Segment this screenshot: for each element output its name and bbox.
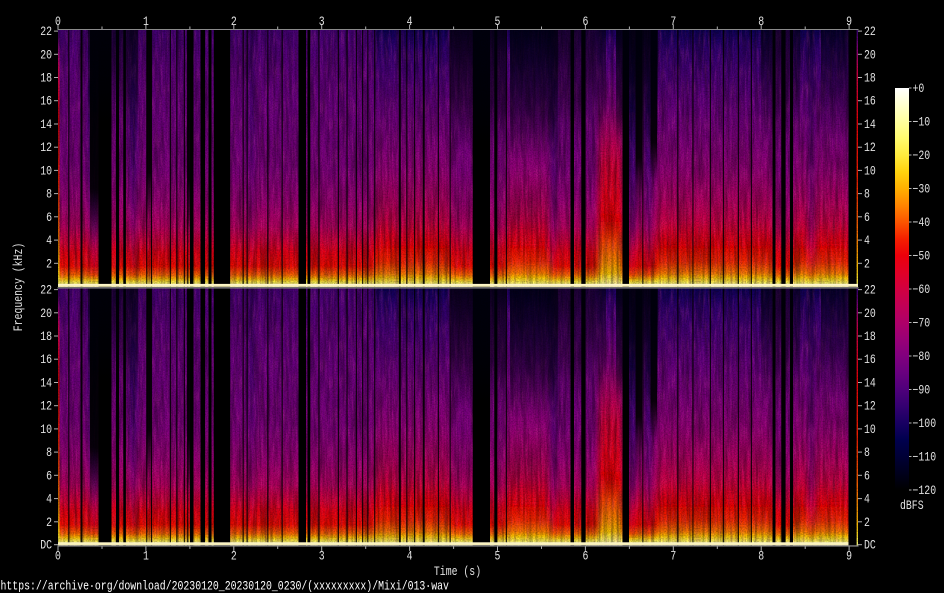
svg-text:6: 6 xyxy=(582,15,588,29)
svg-text:12: 12 xyxy=(40,141,52,155)
svg-text:9: 9 xyxy=(846,549,852,563)
svg-text:1: 1 xyxy=(143,15,149,29)
svg-text:−70: −70 xyxy=(913,317,931,331)
svg-text:10: 10 xyxy=(40,164,52,178)
svg-text:8: 8 xyxy=(864,446,870,460)
svg-text:22: 22 xyxy=(40,25,52,39)
svg-text:4: 4 xyxy=(864,493,870,507)
svg-text:14: 14 xyxy=(40,118,52,132)
svg-text:14: 14 xyxy=(864,377,876,391)
svg-text:16: 16 xyxy=(40,95,52,109)
svg-text:−60: −60 xyxy=(913,283,931,297)
svg-text:4: 4 xyxy=(46,493,52,507)
svg-text:6: 6 xyxy=(582,549,588,563)
svg-text:20: 20 xyxy=(864,48,876,62)
svg-text:18: 18 xyxy=(864,330,876,344)
svg-text:0: 0 xyxy=(55,549,61,563)
svg-text:−40: −40 xyxy=(913,216,931,230)
svg-text:−10: −10 xyxy=(913,116,931,130)
svg-text:−30: −30 xyxy=(913,183,931,197)
svg-text:7: 7 xyxy=(670,549,676,563)
svg-text:2: 2 xyxy=(864,257,870,271)
svg-text:2: 2 xyxy=(231,549,237,563)
svg-text:Time (s): Time (s) xyxy=(434,565,481,579)
svg-text:DC: DC xyxy=(40,539,52,553)
svg-text:6: 6 xyxy=(46,469,52,483)
svg-text:Frequency (kHz): Frequency (kHz) xyxy=(12,243,26,332)
svg-text:3: 3 xyxy=(319,549,325,563)
svg-text:−50: −50 xyxy=(913,250,931,264)
svg-text:4: 4 xyxy=(407,15,413,29)
svg-text:12: 12 xyxy=(40,400,52,414)
svg-text:9: 9 xyxy=(846,15,852,29)
svg-text:8: 8 xyxy=(758,15,764,29)
svg-text:4: 4 xyxy=(407,549,413,563)
svg-text:22: 22 xyxy=(864,284,876,298)
svg-text:10: 10 xyxy=(40,423,52,437)
svg-text:DC: DC xyxy=(864,539,876,553)
svg-text:4: 4 xyxy=(864,234,870,248)
svg-text:+0: +0 xyxy=(913,82,925,96)
svg-text:20: 20 xyxy=(40,48,52,62)
svg-text:18: 18 xyxy=(40,72,52,86)
svg-text:10: 10 xyxy=(864,423,876,437)
svg-text:5: 5 xyxy=(495,15,501,29)
svg-text:8: 8 xyxy=(864,188,870,202)
svg-text:1: 1 xyxy=(143,549,149,563)
svg-text:10: 10 xyxy=(864,164,876,178)
svg-text:12: 12 xyxy=(864,141,876,155)
svg-text:8: 8 xyxy=(758,549,764,563)
svg-text:14: 14 xyxy=(40,377,52,391)
svg-text:16: 16 xyxy=(864,353,876,367)
svg-text:14: 14 xyxy=(864,118,876,132)
svg-text:3: 3 xyxy=(319,15,325,29)
svg-text:20: 20 xyxy=(40,307,52,321)
svg-text:0: 0 xyxy=(55,15,61,29)
svg-text:8: 8 xyxy=(46,188,52,202)
svg-text:4: 4 xyxy=(46,234,52,248)
svg-text:8: 8 xyxy=(46,446,52,460)
svg-text:2: 2 xyxy=(864,516,870,530)
svg-text:6: 6 xyxy=(864,211,870,225)
svg-text:2: 2 xyxy=(231,15,237,29)
svg-text:18: 18 xyxy=(40,330,52,344)
svg-text:16: 16 xyxy=(40,353,52,367)
svg-text:6: 6 xyxy=(864,469,870,483)
svg-text:dBFS: dBFS xyxy=(900,499,924,513)
svg-text:−80: −80 xyxy=(913,350,931,364)
svg-text:22: 22 xyxy=(864,25,876,39)
svg-text:12: 12 xyxy=(864,400,876,414)
svg-text:−20: −20 xyxy=(913,149,931,163)
svg-text:7: 7 xyxy=(670,15,676,29)
svg-text:6: 6 xyxy=(46,211,52,225)
svg-text:2: 2 xyxy=(46,516,52,530)
svg-text:2: 2 xyxy=(46,257,52,271)
svg-text:−100: −100 xyxy=(913,417,937,431)
svg-text:−120: −120 xyxy=(913,484,937,498)
svg-text:20: 20 xyxy=(864,307,876,321)
svg-text:22: 22 xyxy=(40,284,52,298)
svg-text:−110: −110 xyxy=(913,451,937,465)
svg-text:5: 5 xyxy=(495,549,501,563)
svg-text:16: 16 xyxy=(864,95,876,109)
svg-text:https://archive·org/download/2: https://archive·org/download/20230120_20… xyxy=(1,580,450,593)
svg-text:−90: −90 xyxy=(913,384,931,398)
svg-text:18: 18 xyxy=(864,72,876,86)
